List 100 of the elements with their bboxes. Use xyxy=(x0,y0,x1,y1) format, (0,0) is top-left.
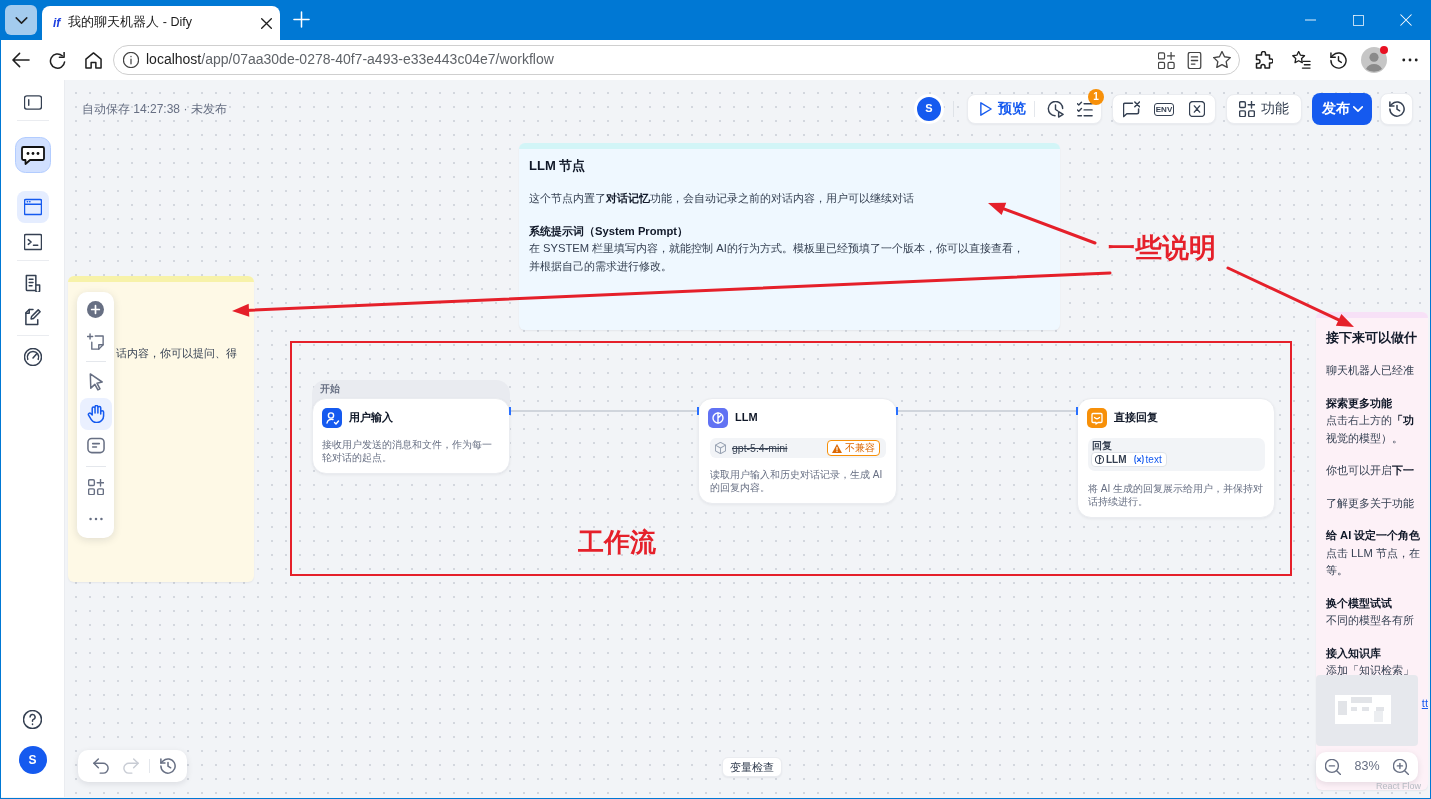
more-icon[interactable] xyxy=(1402,58,1418,62)
zoom-out-icon[interactable] xyxy=(1325,759,1341,775)
note-text: 了解更多关于功能 xyxy=(1326,495,1414,511)
plus-circle-icon[interactable] xyxy=(87,300,104,318)
note-text: 这个节点内置了对话记忆功能，会自动记录之前的对话内容，用户可以继续对话 xyxy=(529,191,914,206)
node-title: 用户输入 xyxy=(349,410,393,426)
window-icon xyxy=(23,198,42,216)
speech-bubble-icon[interactable] xyxy=(14,137,51,173)
connection-handle[interactable] xyxy=(1076,407,1078,415)
publish-button[interactable]: 发布 xyxy=(1312,93,1372,125)
undo-icon[interactable] xyxy=(93,758,109,774)
info-icon xyxy=(123,52,139,68)
edit-document-icon xyxy=(23,308,42,326)
browser-tab[interactable]: if 我的聊天机器人 - Dify xyxy=(42,6,280,40)
document-icon[interactable] xyxy=(1186,51,1202,69)
clock-play-icon[interactable] xyxy=(1046,100,1064,118)
grid-plus-icon[interactable] xyxy=(87,479,104,495)
close-icon[interactable] xyxy=(261,17,272,29)
arrow-left-icon[interactable] xyxy=(12,52,30,68)
model-name: gpt-5.4-mini xyxy=(732,440,789,456)
note-text: 聊天机器人已经准 xyxy=(1326,363,1414,378)
node-title: LLM xyxy=(735,410,758,426)
site-logo: if xyxy=(53,17,61,29)
note-heading: 系统提示词（System Prompt） xyxy=(529,223,689,239)
note-heading: 换个模型试试 xyxy=(1326,595,1392,611)
user-check-icon xyxy=(322,408,342,428)
tab-list-button[interactable] xyxy=(5,5,37,35)
variable-chip[interactable]: LLM text xyxy=(1091,452,1167,467)
note-text: 在 SYSTEM 栏里填写内容，就能控制 AI的行为方式。模板里已经预填了一个版本，你可以直接查看， 并根据自己的需求进行修改。 xyxy=(529,241,1024,274)
plus-icon[interactable] xyxy=(293,11,310,28)
grid-plus-icon xyxy=(1239,101,1255,117)
hand-icon xyxy=(86,405,105,423)
variable-inspect-button[interactable]: 变量检查 xyxy=(722,757,782,777)
history-button[interactable] xyxy=(1380,93,1413,125)
terminal-icon xyxy=(23,233,42,251)
reload-icon[interactable] xyxy=(48,51,66,69)
sidebar-toggle-icon[interactable] xyxy=(23,95,42,110)
puzzle-icon[interactable] xyxy=(1255,51,1273,69)
model-field[interactable]: gpt-5.4-mini 不兼容 xyxy=(710,438,886,458)
features-button[interactable]: 功能 xyxy=(1226,94,1302,124)
annotation-label: 工作流 xyxy=(578,529,656,555)
note-heading: 探索更多功能 xyxy=(1326,395,1392,411)
cube-icon xyxy=(715,442,726,454)
note-title: 接下来可以做什 xyxy=(1326,329,1417,347)
workflow-node[interactable]: 直接回复 回复 LLM text 将 AI 生成的回复展示给用户，并保持对话持续进行。 xyxy=(1077,398,1275,518)
tool-button[interactable] xyxy=(79,398,112,430)
home-icon[interactable] xyxy=(84,51,102,69)
maximize-icon[interactable] xyxy=(1352,14,1364,26)
grid-plus-icon[interactable] xyxy=(1157,51,1175,69)
help-icon[interactable] xyxy=(23,710,42,729)
variable-name: text xyxy=(1145,454,1162,465)
variable-icon xyxy=(1133,455,1144,464)
history-icon[interactable] xyxy=(1329,51,1347,69)
checklist-icon[interactable] xyxy=(1077,101,1093,117)
node-description: 接收用户发送的消息和文件，作为每一轮对话的起点。 xyxy=(321,438,493,464)
note-link[interactable]: tt xyxy=(1421,696,1428,709)
note-title: LLM 节点 xyxy=(529,157,586,175)
connection-handle[interactable] xyxy=(509,407,511,415)
note-text: 点击 LLM 节点，在 等。 xyxy=(1326,545,1420,578)
chat-bubble-icon xyxy=(1087,408,1107,428)
history-icon xyxy=(1388,101,1405,117)
zoom-in-icon[interactable] xyxy=(1393,759,1409,775)
note-text: 不同的模型各有所 xyxy=(1326,613,1414,628)
node-description: 将 AI 生成的回复展示给用户，并保持对话持续进行。 xyxy=(1087,481,1264,508)
star-icon[interactable] xyxy=(1213,51,1231,69)
field-label: 回复 xyxy=(1091,440,1113,452)
comment-icon xyxy=(86,437,105,455)
variable-source: LLM xyxy=(1106,454,1127,465)
env-button[interactable]: ENV xyxy=(1153,102,1175,116)
circle-split-icon xyxy=(1095,455,1104,464)
profile-icon[interactable] xyxy=(1361,47,1387,73)
node-description: 读取用户输入和历史对话记录，生成 AI 的回复内容。 xyxy=(709,468,884,494)
preview-button[interactable]: 预览 xyxy=(968,95,1034,123)
note-text: 添加「知识检索」 xyxy=(1326,663,1414,678)
warning-label: 不兼容 xyxy=(845,443,875,453)
group-label: 开始 xyxy=(319,382,341,396)
variable-icon[interactable] xyxy=(1189,101,1205,117)
chat-x-icon[interactable] xyxy=(1122,100,1140,118)
document-icon xyxy=(23,274,42,292)
note-heading: 接入知识库 xyxy=(1326,645,1381,661)
note-text: 话内容，你可以提问、得 xyxy=(116,346,237,361)
connection-handle[interactable] xyxy=(697,407,699,415)
circle-split-icon xyxy=(708,408,728,428)
workflow-node[interactable]: 用户输入 接收用户发送的消息和文件，作为每一轮对话的起点。 xyxy=(312,398,510,474)
gauge-icon xyxy=(23,348,42,366)
nav-button[interactable] xyxy=(16,191,49,223)
chevron-down-icon xyxy=(14,16,28,24)
star-list-icon[interactable] xyxy=(1291,51,1311,69)
connection-handle[interactable] xyxy=(896,407,898,415)
note-plus-icon[interactable] xyxy=(87,332,104,350)
play-icon xyxy=(980,102,992,116)
warning-icon xyxy=(832,443,842,453)
user-avatar[interactable]: S xyxy=(18,746,47,774)
workflow-node[interactable]: LLM gpt-5.4-mini 不兼容 读取用户输入和历史对话记录，生成 AI 的回复内容。 xyxy=(698,398,897,504)
note-text: 点击右上方的「功 视觉的模型）。 xyxy=(1326,413,1414,446)
annotation-label: 一些说明 xyxy=(1108,235,1216,262)
note-heading: 给 AI 设定一个角色 xyxy=(1326,528,1421,543)
user-avatar[interactable]: S xyxy=(914,94,944,124)
note-text: 你也可以开启下一 xyxy=(1326,463,1414,478)
zoom-level: 83% xyxy=(1354,758,1380,776)
